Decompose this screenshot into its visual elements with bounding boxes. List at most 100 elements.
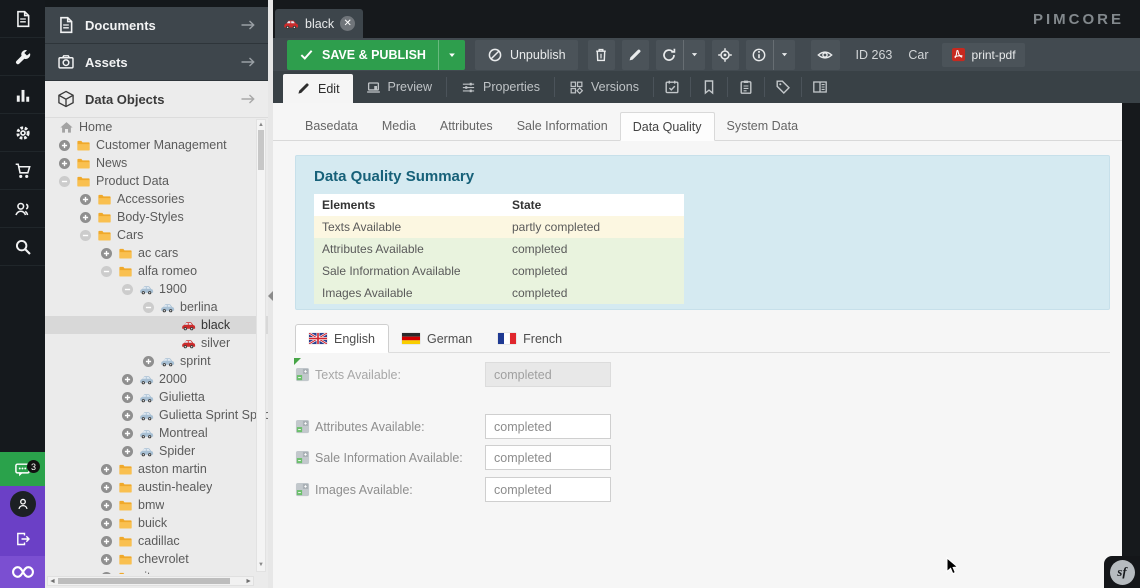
expand-plus-icon[interactable] [100, 463, 113, 476]
logout-button[interactable] [0, 521, 45, 556]
field-input-images-available[interactable] [485, 477, 611, 502]
reload-button[interactable] [656, 40, 705, 70]
close-tab-icon[interactable]: ✕ [340, 16, 355, 31]
view-tab-versions[interactable]: Versions [556, 71, 652, 103]
rail-documents-nav-button[interactable] [0, 0, 45, 38]
expand-plus-icon[interactable] [121, 391, 134, 404]
schedule-button[interactable] [655, 71, 689, 103]
expand-minus-icon[interactable] [79, 229, 92, 242]
delete-button[interactable] [588, 40, 615, 70]
save-and-publish-button[interactable]: SAVE & PUBLISH [287, 40, 465, 70]
expand-plus-icon[interactable] [142, 355, 155, 368]
content-tab-basedata[interactable]: Basedata [293, 112, 370, 140]
expand-plus-icon[interactable] [58, 139, 71, 152]
scrollbar-thumb[interactable] [58, 578, 230, 584]
tree-item-spider[interactable]: Spider [45, 442, 268, 460]
bookmark-button[interactable] [692, 71, 726, 103]
tree-item-alfa-romeo[interactable]: alfa romeo [45, 262, 268, 280]
content-tab-data-quality[interactable]: Data Quality [620, 112, 715, 141]
accordion-documents[interactable]: Documents [45, 7, 268, 44]
expand-plus-icon[interactable] [58, 157, 71, 170]
tree-item-montreal[interactable]: Montreal [45, 424, 268, 442]
tree-item-austin-healey[interactable]: austin-healey [45, 478, 268, 496]
info-button-caret[interactable] [773, 40, 795, 70]
tree-item-body-styles[interactable]: Body-Styles [45, 208, 268, 226]
accordion-assets[interactable]: Assets [45, 44, 268, 81]
tree-item-aston-martin[interactable]: aston martin [45, 460, 268, 478]
rail-settings-button[interactable] [0, 114, 45, 152]
scroll-down-arrow[interactable]: ▼ [257, 561, 265, 570]
view-tab-edit[interactable]: Edit [283, 74, 353, 103]
unpublish-button[interactable]: Unpublish [475, 40, 578, 70]
locate-in-tree-button-main[interactable] [712, 40, 739, 70]
tree-item-ac-cars[interactable]: ac cars [45, 244, 268, 262]
tree-item-home[interactable]: Home [45, 118, 268, 136]
view-tab-properties[interactable]: Properties [448, 71, 553, 103]
tree-vertical-scrollbar[interactable]: ▲ ▼ [256, 119, 266, 572]
tree-item-gulietta-sprint-specia[interactable]: Gulietta Sprint Specia [45, 406, 268, 424]
print-pdf-button[interactable]: print-pdf [942, 43, 1025, 67]
scroll-left-arrow[interactable]: ◄ [49, 577, 56, 586]
tree-item-customer-management[interactable]: Customer Management [45, 136, 268, 154]
language-tab-french[interactable]: French [485, 325, 575, 352]
tree-item-accessories[interactable]: Accessories [45, 190, 268, 208]
custom-layout-button[interactable] [803, 71, 837, 103]
tree-item-bmw[interactable]: bmw [45, 496, 268, 514]
accordion-data-objects[interactable]: Data Objects [45, 81, 268, 118]
expand-plus-icon[interactable] [100, 481, 113, 494]
rail-users-button[interactable] [0, 190, 45, 228]
scrollbar-thumb[interactable] [258, 130, 264, 170]
open-preview-button[interactable] [811, 40, 840, 70]
reload-button-main[interactable] [656, 40, 683, 70]
rename-button[interactable] [622, 40, 649, 70]
save-options-caret[interactable] [438, 40, 465, 70]
tree-item-news[interactable]: News [45, 154, 268, 172]
rename-button-main[interactable] [622, 40, 649, 70]
tags-button[interactable] [766, 71, 800, 103]
scroll-up-arrow[interactable]: ▲ [257, 121, 265, 130]
expand-plus-icon[interactable] [100, 517, 113, 530]
expand-minus-icon[interactable] [58, 175, 71, 188]
tree-item-citroen[interactable]: citroen [45, 568, 268, 574]
expand-plus-icon[interactable] [79, 193, 92, 206]
content-tab-system-data[interactable]: System Data [715, 112, 811, 140]
field-input-sale-information-available[interactable] [485, 445, 611, 470]
open-object-tab-black[interactable]: black ✕ [275, 9, 363, 38]
expand-plus-icon[interactable] [100, 499, 113, 512]
tree-item-product-data[interactable]: Product Data [45, 172, 268, 190]
tree-item-2000[interactable]: 2000 [45, 370, 268, 388]
tree-item-cars[interactable]: Cars [45, 226, 268, 244]
info-button[interactable] [746, 40, 795, 70]
scroll-right-arrow[interactable]: ► [245, 577, 252, 586]
user-menu-button[interactable] [0, 486, 45, 521]
expand-plus-icon[interactable] [121, 427, 134, 440]
expand-minus-icon[interactable] [121, 283, 134, 296]
content-tab-sale-information[interactable]: Sale Information [505, 112, 620, 140]
notifications-button[interactable]: 3 [0, 452, 45, 486]
pimcore-logo-button[interactable] [0, 556, 45, 588]
tree-item-cadillac[interactable]: cadillac [45, 532, 268, 550]
language-tab-english[interactable]: English [295, 324, 389, 353]
locate-in-tree-button[interactable] [712, 40, 739, 70]
content-tab-media[interactable]: Media [370, 112, 428, 140]
expand-plus-icon[interactable] [100, 535, 113, 548]
expand-minus-icon[interactable] [142, 301, 155, 314]
reload-button-caret[interactable] [683, 40, 705, 70]
content-tab-attributes[interactable]: Attributes [428, 112, 505, 140]
language-tab-german[interactable]: German [389, 325, 485, 352]
tree-item-black[interactable]: black [45, 316, 268, 334]
delete-button-main[interactable] [588, 40, 615, 70]
expand-plus-icon[interactable] [121, 445, 134, 458]
rail-search-button[interactable] [0, 228, 45, 266]
tree-item-1900[interactable]: 1900 [45, 280, 268, 298]
tree-item-chevrolet[interactable]: chevrolet [45, 550, 268, 568]
notes-events-button[interactable] [729, 71, 763, 103]
rail-tools-button[interactable] [0, 38, 45, 76]
expand-plus-icon[interactable] [79, 211, 92, 224]
info-button-main[interactable] [746, 40, 773, 70]
rail-ecommerce-button[interactable] [0, 152, 45, 190]
field-input-attributes-available[interactable] [485, 414, 611, 439]
tree-horizontal-scrollbar[interactable]: ◄ ► [47, 576, 254, 586]
view-tab-preview[interactable]: Preview [353, 71, 445, 103]
expand-plus-icon[interactable] [100, 571, 113, 575]
